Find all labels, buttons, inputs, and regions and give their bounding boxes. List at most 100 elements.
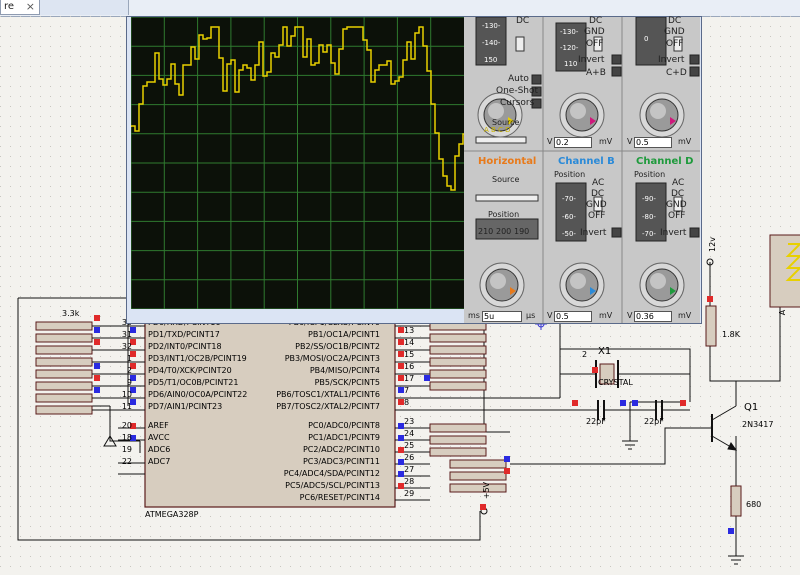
mcu-pin-name: PD6/AIN0/OC0A/PCINT22 — [148, 390, 248, 399]
knob-highlight — [650, 273, 666, 289]
mcu-pin-number: 28 — [404, 477, 415, 486]
mcu-pin-name: PC0/ADC0/PCINT8 — [308, 421, 380, 430]
schematic-canvas[interactable]: 3.3k 30PD0/RXD/PCINT1631PD1/TXD/PCINT173… — [0, 16, 800, 575]
panel-button[interactable] — [611, 66, 622, 77]
chc-tick-1: -130- — [560, 28, 579, 36]
chb-v-label: V — [547, 311, 553, 320]
cha-tick-2: -140- — [482, 39, 501, 47]
mcu-pin-name: ADC7 — [148, 457, 171, 466]
tab-schematic[interactable]: re × — [0, 0, 40, 15]
channel-b-position-label: Position — [554, 170, 586, 179]
chd-top-off-label: OFF — [666, 39, 684, 49]
trigger-cursors-button[interactable]: Cursors — [500, 98, 534, 108]
mcu-pin-name: PC6/RESET/PCINT14 — [299, 493, 380, 502]
mcu-pin-number: 18 — [121, 433, 132, 442]
oscilloscope-window[interactable]: DC Auto One-Shot Cursors Source A B C D … — [126, 16, 702, 324]
chd-gnd-label: GND — [666, 200, 687, 210]
mcu-pin-number: 22 — [121, 457, 132, 466]
chb-gnd-label: GND — [586, 200, 607, 210]
horizontal-source-label: Source — [492, 175, 520, 184]
resistor-680[interactable] — [730, 485, 742, 517]
mcu-pin-number: 10 — [121, 390, 132, 399]
knob-highlight — [570, 273, 586, 289]
crystal-value: CRYSTAL — [598, 378, 633, 387]
chc-apb-button[interactable]: A+B — [586, 68, 606, 78]
chd-top-invert-button[interactable]: Invert — [658, 55, 684, 65]
chd-top-gnd-label: GND — [664, 27, 685, 37]
chc-tick-2: -120- — [560, 44, 579, 52]
mode-slider[interactable] — [515, 36, 525, 52]
cha-tick-1: -130- — [482, 22, 501, 30]
trigger-source-slider[interactable] — [475, 136, 527, 144]
mcu-pin-number: 16 — [404, 362, 415, 371]
horizontal-ms-label: ms — [468, 311, 480, 320]
horizontal-tick-3: 190 — [514, 227, 530, 236]
cha-tick-3: 150 — [484, 56, 498, 64]
chd-tick-3: -70- — [642, 230, 656, 238]
right-device[interactable] — [769, 234, 800, 308]
tab-strip — [40, 0, 129, 15]
mcu-pin-number: 26 — [404, 453, 415, 462]
resistor-1k8[interactable] — [705, 305, 717, 347]
mcu-pin-name: PB6/TOSC1/XTAL1/PCINT6 — [276, 390, 380, 399]
chd-invert-button[interactable]: Invert — [660, 228, 686, 238]
chb-tick-3: -50- — [562, 230, 576, 238]
mcu-pin-name: AREF — [148, 421, 169, 430]
chb-volts-field[interactable]: 0.5 — [554, 311, 592, 322]
chd-mv-label: mV — [678, 311, 692, 320]
channel-d-position-label: Position — [634, 170, 666, 179]
chb-invert-button[interactable]: Invert — [580, 228, 606, 238]
panel-button[interactable] — [611, 227, 622, 238]
trigger-one-shot-button[interactable]: One-Shot — [496, 86, 538, 96]
chc-gnd-label: GND — [584, 27, 605, 37]
mcu-pin-name: PB7/TOSC2/XTAL2/PCINT7 — [276, 402, 380, 411]
mcu-pin-number: 2 — [126, 366, 132, 375]
mcu-pin-name: PC1/ADC1/PCINT9 — [308, 433, 380, 442]
trigger-source-letters: A B C D — [484, 126, 511, 134]
chb-tick-2: -60- — [562, 213, 576, 221]
chd-top-v-label: V — [627, 137, 633, 146]
mcu-pin-name: PC2/ADC2/PCINT10 — [302, 445, 380, 454]
chc-volts-field[interactable]: 0.2 — [554, 137, 592, 148]
chd-volts-field[interactable]: 0.36 — [634, 311, 672, 322]
supply-12v-label: 12v — [707, 237, 717, 252]
device-label: A — [778, 309, 788, 316]
mcu-pin-name: PB4/MISO/PCINT4 — [309, 366, 380, 375]
horizontal-title: Horizontal — [478, 156, 537, 167]
mcu-pin-number: 23 — [404, 417, 415, 426]
close-icon[interactable]: × — [26, 0, 35, 14]
horizontal-source-slider[interactable] — [475, 194, 539, 202]
panel-button[interactable] — [531, 74, 542, 85]
mcu-pin-number: 11 — [121, 402, 132, 411]
vcc-label: +5V — [482, 481, 492, 500]
chd-top-cpd-button[interactable]: C+D — [666, 68, 687, 78]
transistor-part: 2N3417 — [742, 420, 774, 429]
mcu-pin-number: 17 — [404, 374, 415, 383]
chd-top-volts-field[interactable]: 0.5 — [634, 137, 672, 148]
crystal-ref: X1 — [598, 346, 612, 357]
mcu-pin-name: PB1/OC1A/PCINT1 — [308, 330, 380, 339]
chb-ac-label: AC — [592, 178, 605, 188]
mcu-pin-number: 19 — [121, 445, 132, 454]
chd-tick-2: -80- — [642, 213, 656, 221]
chc-tick-3: 110 — [564, 60, 578, 68]
chd-v-label: V — [627, 311, 633, 320]
panel-button[interactable] — [689, 227, 700, 238]
panel-button[interactable] — [611, 54, 622, 65]
mcu-pin-name: PD7/AIN1/PCINT23 — [148, 402, 223, 411]
mcu-pin-number: 25 — [404, 441, 415, 450]
chc-invert-button[interactable]: Invert — [578, 55, 604, 65]
mcu-pin-number: 14 — [404, 338, 415, 347]
cap-left-label: 22pF — [586, 417, 606, 426]
horizontal-time-field[interactable]: 5u — [482, 311, 522, 322]
panel-button[interactable] — [689, 66, 700, 77]
mcu-part-label: ATMEGA328P — [145, 510, 199, 519]
cap-right-label: 22pF — [644, 417, 664, 426]
mcu-pin-name: PC3/ADC3/PCINT11 — [302, 457, 380, 466]
trigger-auto-button[interactable]: Auto — [508, 74, 529, 84]
chb-off-label: OFF — [588, 211, 606, 221]
chd-top-dc-label: DC — [668, 16, 682, 26]
mcu-pin-name: PD5/T1/OC0B/PCINT21 — [148, 378, 239, 387]
channel-d-title: Channel D — [636, 156, 694, 167]
panel-button[interactable] — [689, 54, 700, 65]
